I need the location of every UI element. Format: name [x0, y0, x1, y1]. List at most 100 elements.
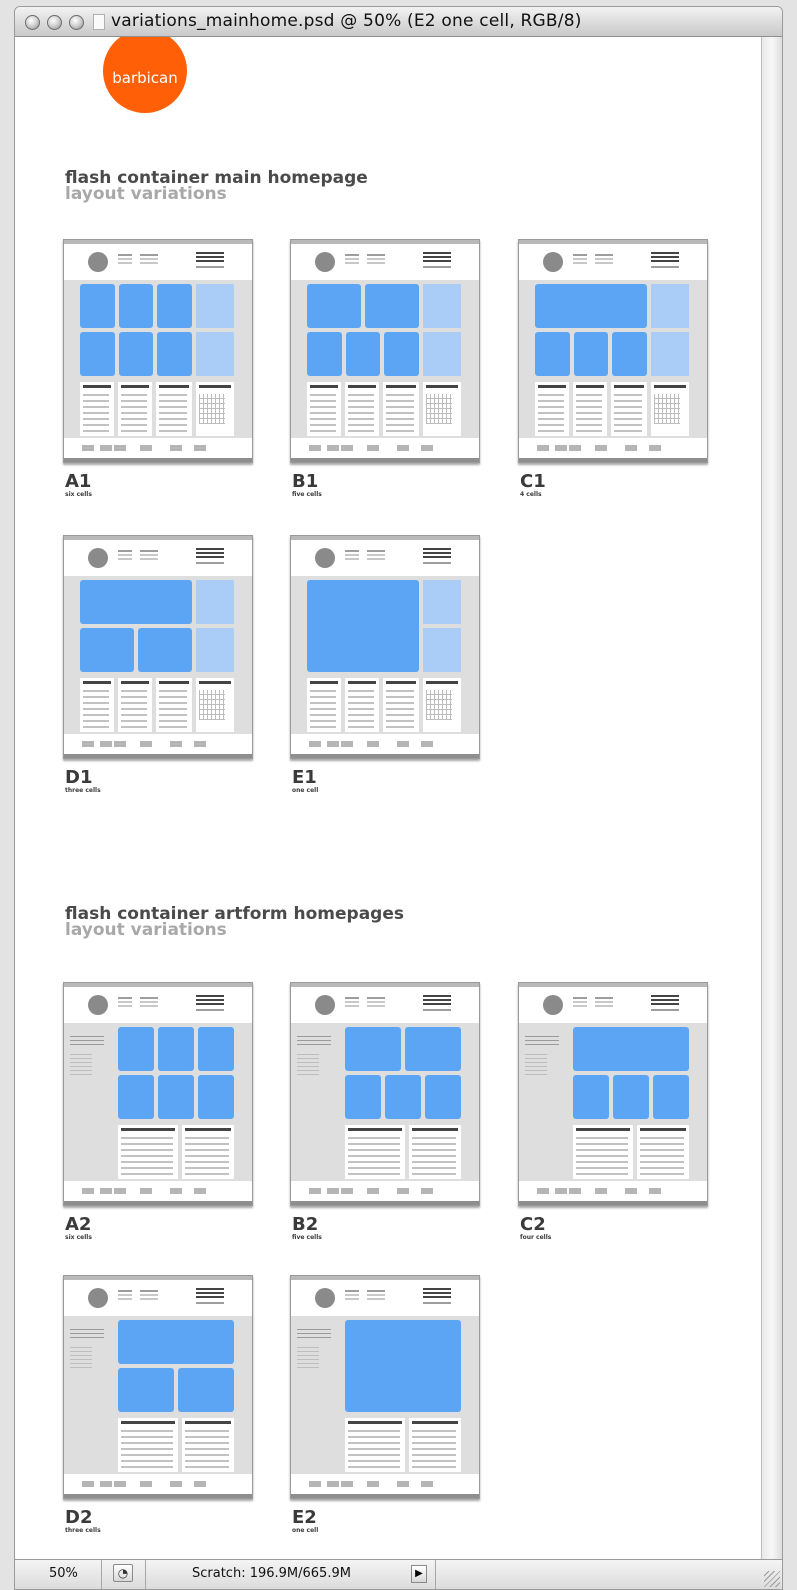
- text-line: [121, 696, 147, 698]
- calendar-grid: [199, 690, 225, 720]
- listing-panel: [573, 382, 607, 436]
- zoom-level[interactable]: 50%: [49, 1566, 78, 1581]
- text-line: [640, 1149, 684, 1151]
- text-line: [640, 1137, 684, 1139]
- layout-thumbnail[interactable]: [63, 982, 253, 1206]
- text-line: [121, 400, 147, 402]
- thumbnail-footer: [291, 438, 479, 458]
- footer-icon: [341, 1188, 353, 1194]
- thumbnail-bottom-bar: [291, 754, 479, 758]
- text-line: [83, 714, 109, 716]
- variation-code: C1: [520, 471, 546, 492]
- panel-heading: [348, 681, 376, 684]
- text-line: [348, 1460, 400, 1462]
- footer-icon: [649, 1188, 661, 1194]
- variation-caption: one cell: [292, 787, 319, 794]
- artform-menu: [70, 1051, 92, 1075]
- text-line: [348, 1155, 400, 1157]
- text-line: [83, 430, 109, 432]
- close-icon[interactable]: [25, 15, 40, 30]
- text-line: [121, 690, 147, 692]
- listing-panel: [345, 1418, 405, 1472]
- side-cell: [196, 628, 234, 672]
- nav-lines: [140, 254, 158, 256]
- text-line: [185, 1167, 229, 1169]
- thumbnail-bottom-bar: [64, 458, 252, 462]
- footer-icon: [170, 445, 182, 451]
- text-line: [83, 418, 109, 420]
- flash-cell: [157, 332, 192, 376]
- variation-code: C2: [520, 1214, 546, 1235]
- text-line: [83, 702, 109, 704]
- text-line: [121, 726, 147, 728]
- thumbnail-bottom-bar: [64, 1494, 252, 1498]
- layout-thumbnail[interactable]: [63, 239, 253, 463]
- footer-icon: [367, 1481, 379, 1487]
- panel-heading: [310, 681, 338, 684]
- side-cell: [196, 284, 234, 328]
- flash-cell: [80, 332, 115, 376]
- vertical-scrollbar[interactable]: [761, 37, 782, 1559]
- layout-thumbnail[interactable]: [518, 982, 708, 1206]
- text-line: [386, 720, 414, 722]
- text-line: [386, 430, 414, 432]
- layout-thumbnail[interactable]: [290, 239, 480, 463]
- layout-thumbnail[interactable]: [290, 535, 480, 759]
- panel-heading: [348, 385, 376, 388]
- text-line: [538, 424, 564, 426]
- footer-icon: [327, 445, 339, 451]
- side-cell: [651, 284, 689, 328]
- minimize-icon[interactable]: [47, 15, 62, 30]
- thumbnail-bottom-bar: [291, 458, 479, 462]
- panel-heading: [576, 385, 604, 388]
- text-line: [310, 726, 336, 728]
- footer-icon: [82, 741, 94, 747]
- text-line: [185, 1442, 229, 1444]
- listing-panel: [535, 382, 569, 436]
- nav-lines: [423, 252, 451, 254]
- text-line: [348, 1442, 400, 1444]
- flash-cell: [365, 284, 419, 328]
- listing-panel: [196, 382, 234, 436]
- layout-thumbnail[interactable]: [290, 982, 480, 1206]
- nav-lines: [140, 550, 158, 552]
- logo-circle: [88, 1288, 108, 1308]
- listing-panel: [118, 382, 152, 436]
- footer-icon: [367, 445, 379, 451]
- variation-code: B1: [292, 471, 319, 492]
- resize-grip-icon[interactable]: [764, 1571, 780, 1587]
- logo-circle: [88, 995, 108, 1015]
- text-line: [412, 1155, 456, 1157]
- thumbnail-header: [291, 244, 479, 280]
- footer-icon: [595, 1188, 607, 1194]
- navigator-icon[interactable]: ◔: [113, 1564, 133, 1582]
- layout-thumbnail[interactable]: [63, 1275, 253, 1499]
- nav-lines: [118, 254, 132, 256]
- text-line: [412, 1430, 456, 1432]
- thumbnail-footer: [64, 734, 252, 754]
- footer-icon: [555, 445, 567, 451]
- layout-thumbnail[interactable]: [63, 535, 253, 759]
- flash-cell: [138, 628, 192, 672]
- text-line: [185, 1454, 229, 1456]
- text-line: [348, 714, 374, 716]
- flash-cell: [118, 1075, 154, 1119]
- flash-cell: [198, 1075, 234, 1119]
- footer-icon: [421, 445, 433, 451]
- layout-thumbnail[interactable]: [290, 1275, 480, 1499]
- zoom-icon[interactable]: [69, 15, 84, 30]
- text-line: [538, 400, 564, 402]
- logo-circle: [315, 252, 335, 272]
- text-line: [614, 424, 642, 426]
- document-canvas[interactable]: barbican flash container main homepage l…: [15, 37, 762, 1559]
- title-bar[interactable]: variations_mainhome.psd @ 50% (E2 one ce…: [15, 7, 782, 37]
- triangle-right-icon[interactable]: ▶: [411, 1565, 427, 1583]
- text-line: [348, 1143, 400, 1145]
- text-line: [576, 1143, 628, 1145]
- text-line: [159, 720, 187, 722]
- text-line: [121, 1143, 173, 1145]
- footer-icon: [140, 741, 152, 747]
- layout-thumbnail[interactable]: [518, 239, 708, 463]
- panel-heading: [199, 681, 231, 684]
- variation-caption: six cells: [65, 1234, 92, 1241]
